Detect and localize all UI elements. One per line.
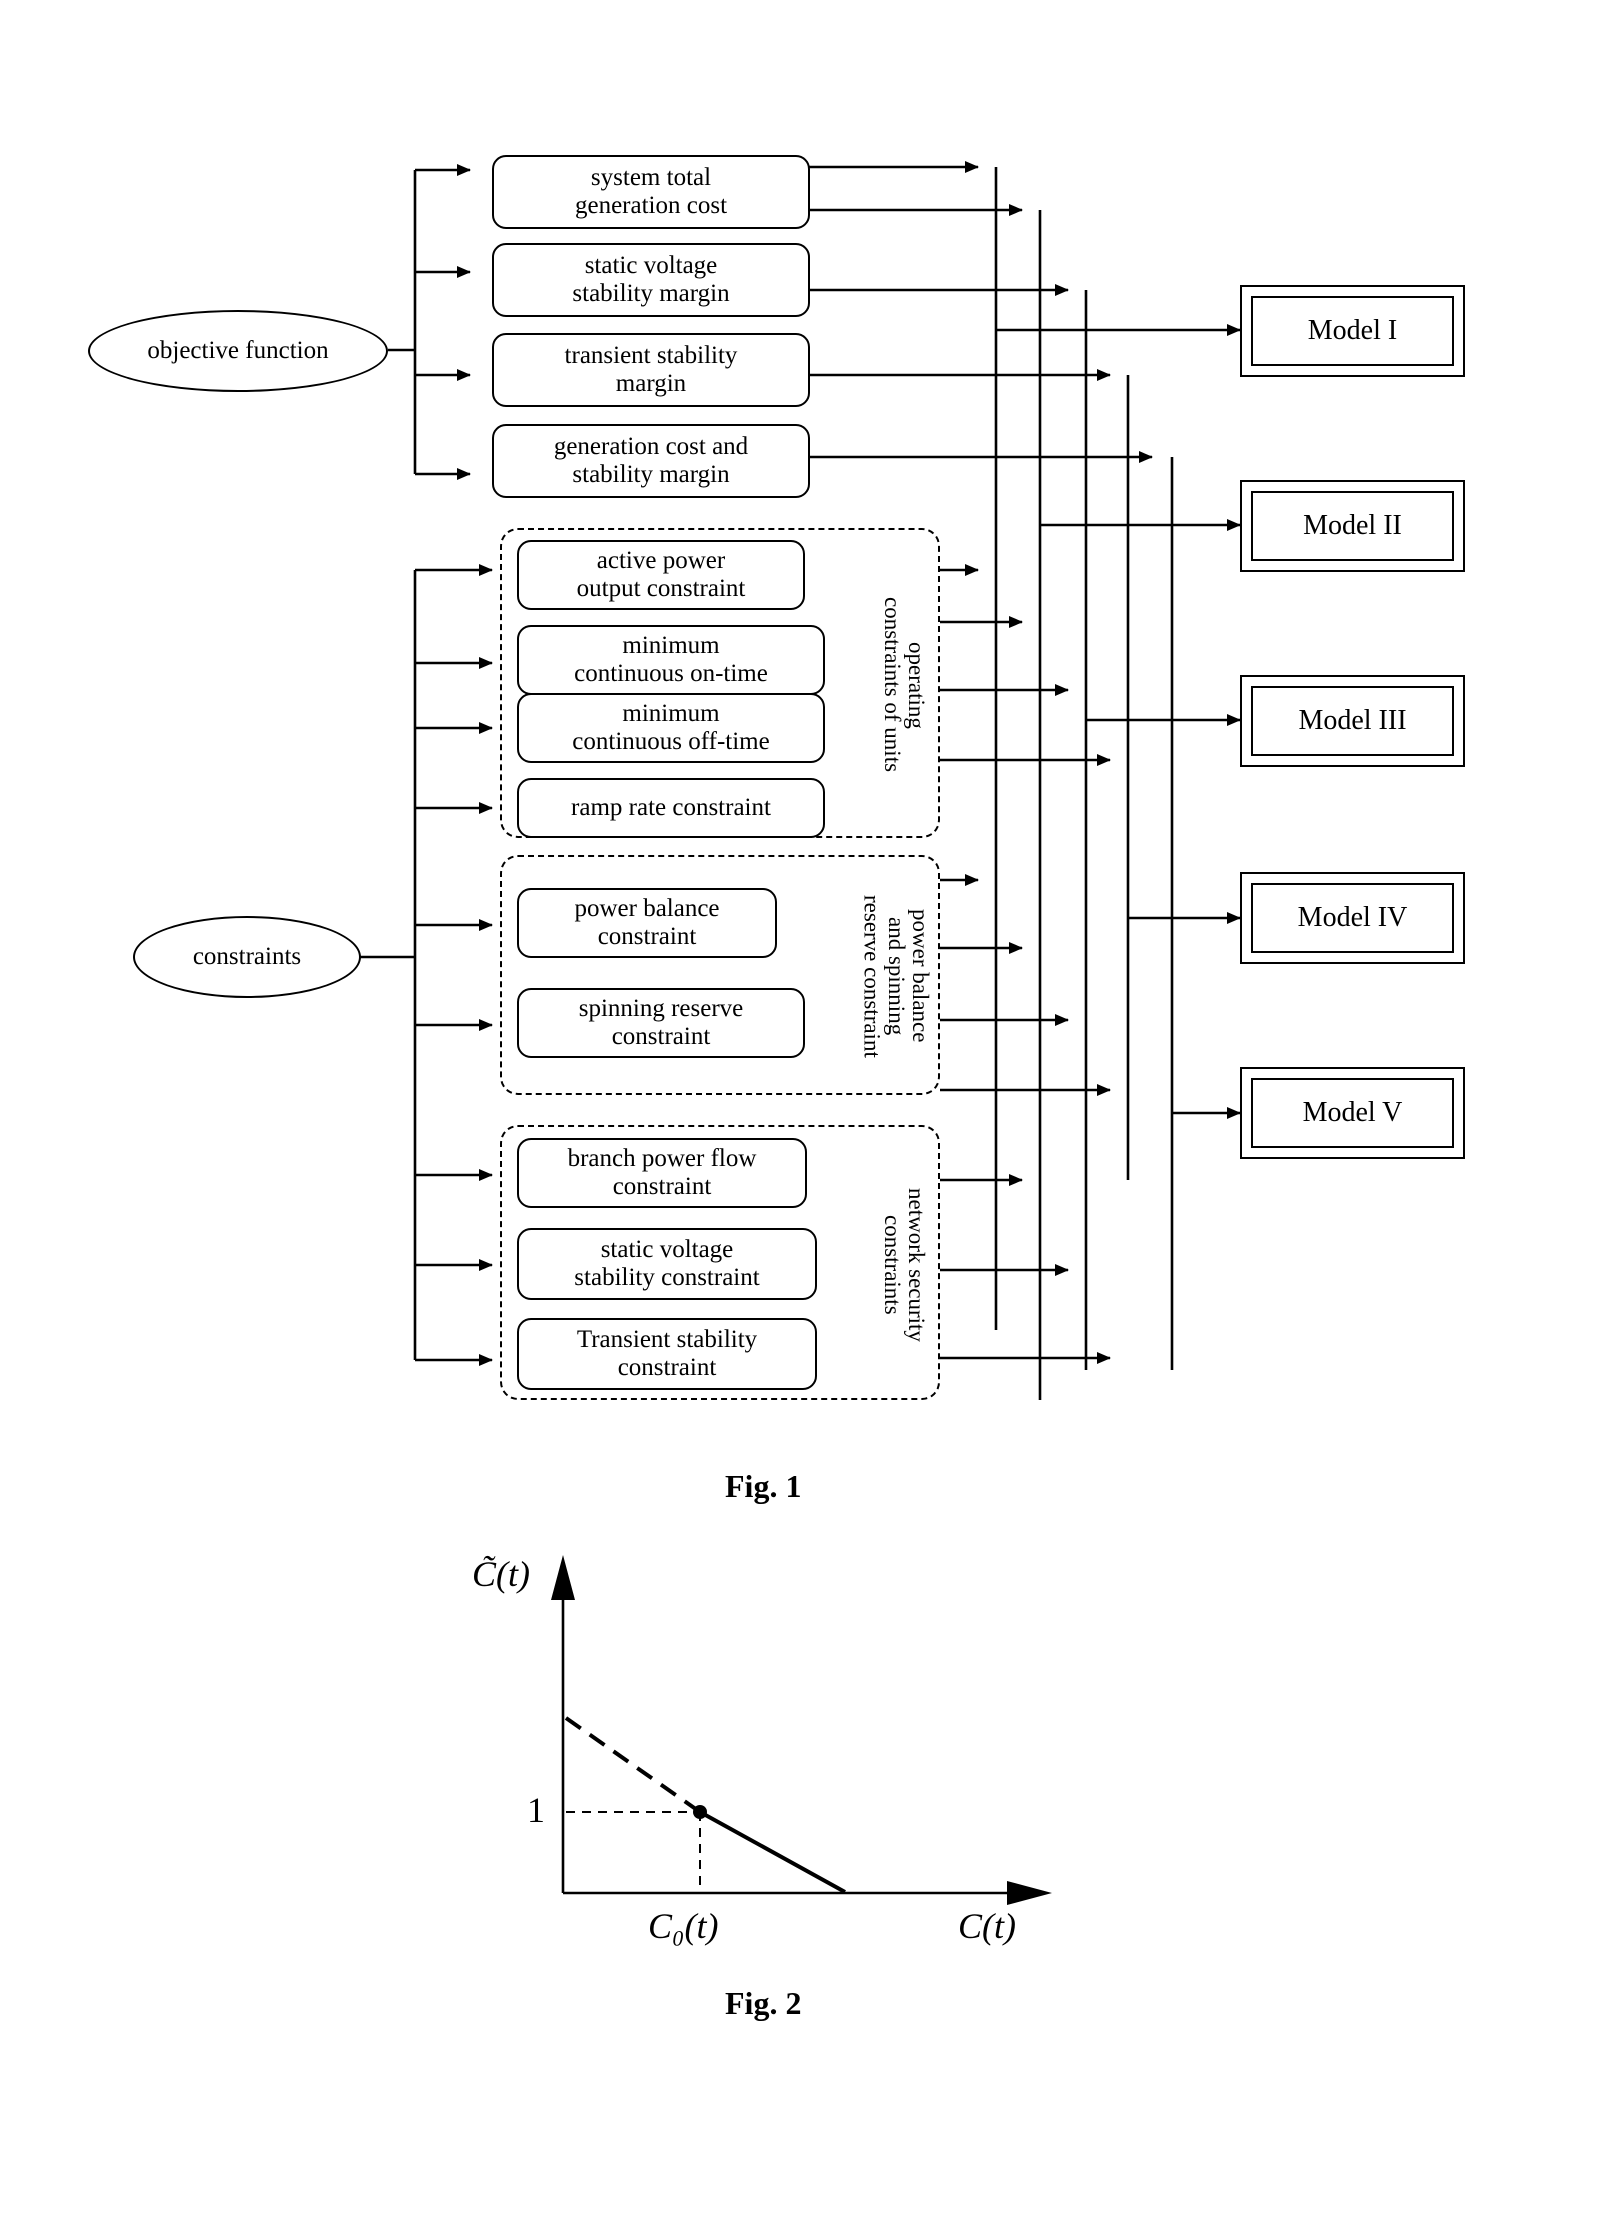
figure-2-x-tick-c0: C₀(t)	[648, 1906, 719, 1946]
box-minimum-continuous-off-time[interactable]: minimum continuous off-time	[517, 693, 825, 763]
box-model-5[interactable]: Model V	[1240, 1067, 1465, 1159]
box-label: Transient stability constraint	[576, 1326, 758, 1381]
group-label-power-balance-and-spinning-reserve-constraint: power balance and spinning reserve const…	[859, 894, 933, 1058]
figure-2-y-axis-label: C̃(t)	[472, 1554, 530, 1594]
box-label: static voltage stability margin	[572, 252, 730, 307]
model-label: Model III	[1298, 705, 1407, 736]
box-label: generation cost and stability margin	[553, 433, 749, 488]
box-label: minimum continuous on-time	[574, 632, 768, 687]
model-inner: Model III	[1251, 686, 1454, 756]
box-static-voltage-stability-margin[interactable]: static voltage stability margin	[492, 243, 810, 317]
model-label: Model I	[1307, 315, 1398, 346]
group-label-network-security-constraints: network security constraints	[879, 1188, 929, 1342]
box-branch-power-flow-constraint[interactable]: branch power flow constraint	[517, 1138, 807, 1208]
box-label: transient stability margin	[564, 342, 738, 397]
box-ramp-rate-constraint[interactable]: ramp rate constraint	[517, 778, 825, 838]
model-inner: Model V	[1251, 1078, 1454, 1148]
box-label: ramp rate constraint	[571, 794, 771, 821]
model-inner: Model IV	[1251, 883, 1454, 953]
box-transient-stability-margin[interactable]: transient stability margin	[492, 333, 810, 407]
box-generation-cost-and-stability-margin[interactable]: generation cost and stability margin	[492, 424, 810, 498]
node-objective-function[interactable]: objective function	[88, 310, 388, 392]
box-power-balance-constraint[interactable]: power balance constraint	[517, 888, 777, 958]
box-model-4[interactable]: Model IV	[1240, 872, 1465, 964]
box-label: system total generation cost	[574, 164, 728, 219]
box-transient-stability-constraint[interactable]: Transient stability constraint	[517, 1318, 817, 1390]
figure-sheet: objective function constraints system to…	[0, 0, 1615, 2216]
box-label: branch power flow constraint	[567, 1145, 757, 1200]
model-inner: Model II	[1251, 491, 1454, 561]
box-label: spinning reserve constraint	[578, 995, 744, 1050]
box-model-3[interactable]: Model III	[1240, 675, 1465, 767]
model-label: Model IV	[1297, 902, 1408, 933]
box-label: active power output constraint	[576, 547, 746, 602]
figure-1-caption: Fig. 1	[725, 1468, 802, 1504]
box-model-1[interactable]: Model I	[1240, 285, 1465, 377]
box-system-total-generation-cost[interactable]: system total generation cost	[492, 155, 810, 229]
box-label: static voltage stability constraint	[574, 1236, 760, 1291]
box-active-power-output-constraint[interactable]: active power output constraint	[517, 540, 805, 610]
box-spinning-reserve-constraint[interactable]: spinning reserve constraint	[517, 988, 805, 1058]
box-minimum-continuous-on-time[interactable]: minimum continuous on-time	[517, 625, 825, 695]
figure-2-y-tick-1: 1	[527, 1790, 545, 1830]
box-static-voltage-stability-constraint[interactable]: static voltage stability constraint	[517, 1228, 817, 1300]
figure-2-x-axis-label: C(t)	[958, 1906, 1016, 1946]
model-inner: Model I	[1251, 296, 1454, 366]
node-constraints[interactable]: constraints	[133, 916, 361, 998]
box-label: minimum continuous off-time	[572, 700, 770, 755]
figure-2-caption: Fig. 2	[725, 1985, 802, 2021]
model-label: Model V	[1302, 1097, 1403, 1128]
node-label: objective function	[147, 337, 329, 364]
box-model-2[interactable]: Model II	[1240, 480, 1465, 572]
model-label: Model II	[1303, 510, 1402, 541]
group-label-operating-constraints-of-units: operating constraints of units	[879, 597, 929, 773]
node-label: constraints	[192, 943, 302, 970]
box-label: power balance constraint	[574, 895, 720, 950]
